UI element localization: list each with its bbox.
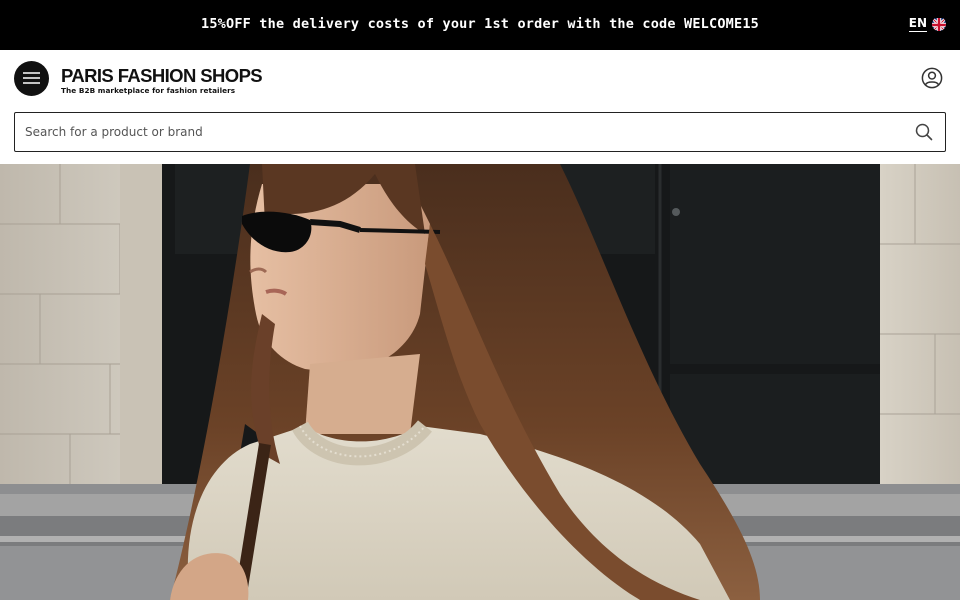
hero-banner-image[interactable] [0, 164, 960, 600]
user-account-icon [921, 67, 943, 93]
site-header: PARIS FASHION SHOPS The B2B marketplace … [0, 50, 960, 164]
logo-title: PARIS FASHION SHOPS [61, 65, 263, 86]
site-logo[interactable]: PARIS FASHION SHOPS The B2B marketplace … [61, 65, 263, 96]
uk-flag-icon [932, 17, 946, 31]
logo-tagline: The B2B marketplace for fashion retailer… [61, 86, 236, 95]
promo-bar: 15%OFF the delivery costs of your 1st or… [0, 0, 960, 50]
promo-text: 15%OFF the delivery costs of your 1st or… [201, 16, 759, 32]
menu-button[interactable] [14, 61, 49, 96]
language-code: EN [908, 16, 927, 32]
search-input[interactable] [25, 113, 885, 151]
search-bar [14, 112, 946, 152]
language-switcher[interactable]: EN [908, 16, 946, 32]
account-button[interactable] [921, 67, 943, 89]
search-icon[interactable] [915, 123, 933, 141]
hamburger-menu-icon [23, 69, 40, 88]
